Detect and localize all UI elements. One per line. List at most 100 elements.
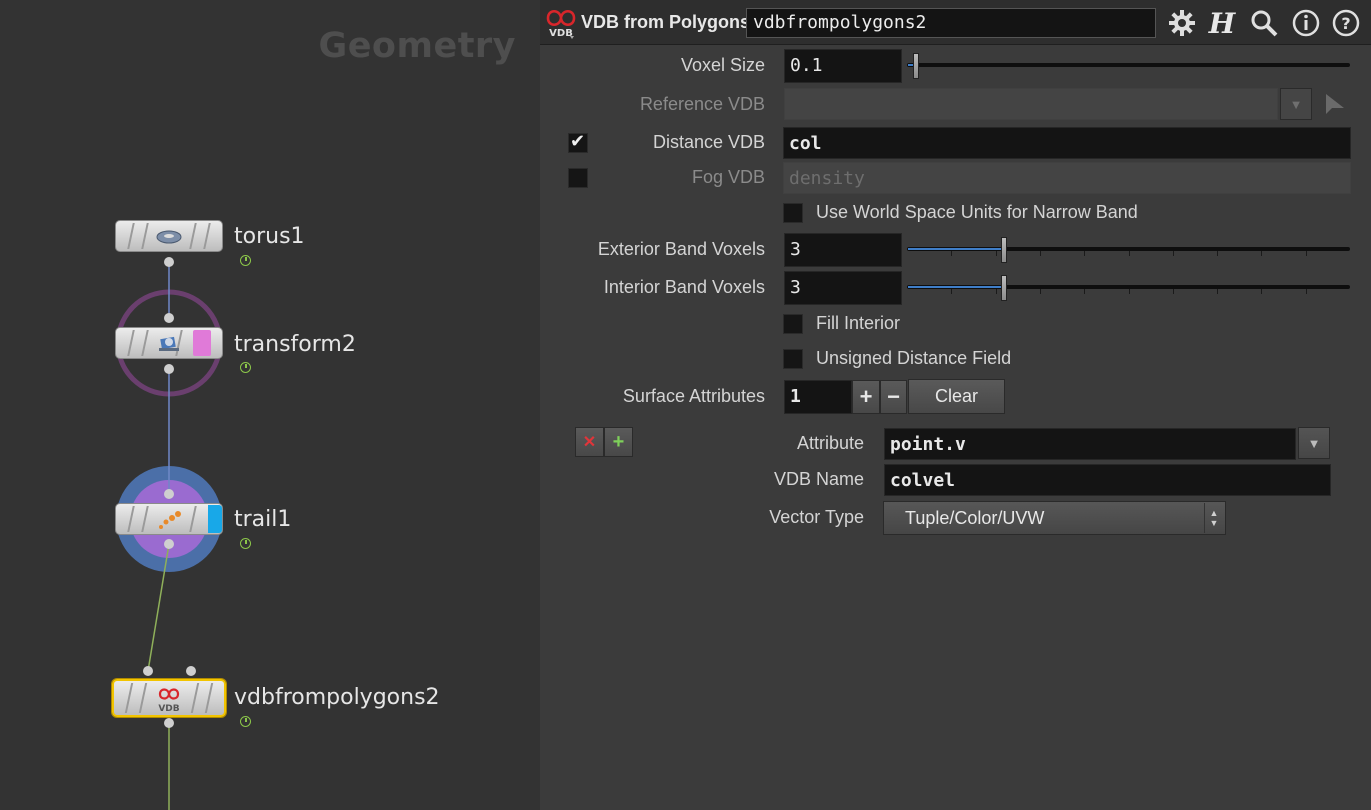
node-transform2[interactable] — [115, 327, 223, 359]
torus1-output-port[interactable] — [164, 257, 174, 267]
remove-instance-button[interactable]: ✕ — [575, 427, 604, 457]
world-space-units-label: Use World Space Units for Narrow Band — [816, 202, 1138, 222]
torus1-time-dependent-icon — [240, 255, 251, 266]
vector-type-value: Tuple/Color/UVW — [905, 507, 1045, 528]
vdb-name-label: VDB Name — [773, 469, 864, 489]
svg-text:VDB: VDB — [158, 704, 179, 714]
attribute-dropdown-arrow[interactable]: ▼ — [1298, 427, 1330, 459]
vdb-input-port-1[interactable] — [143, 666, 153, 676]
slider-tick — [1217, 289, 1218, 294]
add-attribute-button[interactable]: + — [852, 380, 880, 414]
reference-vdb-dropdown-arrow[interactable]: ▼ — [1280, 88, 1312, 120]
slider-tick — [951, 251, 952, 256]
interior-band-slider[interactable] — [907, 275, 1350, 301]
search-icon[interactable] — [1248, 8, 1280, 38]
slider-tick — [1040, 289, 1041, 294]
node-vdbfrompolygons2[interactable]: VDB — [112, 679, 226, 717]
node-label-vdbfrompolygons2: vdbfrompolygons2 — [234, 685, 440, 710]
vector-type-menu[interactable]: Tuple/Color/UVW ▲ ▼ — [883, 501, 1226, 535]
trail1-time-dependent-icon — [240, 538, 251, 549]
voxel-size-slider-handle[interactable] — [913, 53, 919, 79]
exterior-band-slider-handle[interactable] — [1001, 237, 1007, 263]
slider-tick — [1261, 289, 1262, 294]
slider-tick — [1129, 289, 1130, 294]
unsigned-distance-field-checkbox[interactable] — [783, 349, 803, 369]
node-name-field[interactable]: vdbfrompolygons2 — [746, 8, 1156, 38]
slider-tick — [1173, 251, 1174, 256]
houdini-help-icon[interactable]: H — [1206, 7, 1238, 40]
voxel-size-label: Voxel Size — [680, 55, 765, 75]
node-type-label: VDB from Polygons — [581, 12, 751, 32]
network-editor[interactable]: Geometry torus1 transform2 trail1 VDB vd… — [0, 0, 540, 810]
world-space-units-checkbox[interactable] — [783, 203, 803, 223]
slider-tick — [1306, 289, 1307, 294]
slider-tick — [1261, 251, 1262, 256]
display-flag[interactable] — [208, 505, 222, 533]
voxel-size-slider[interactable] — [907, 53, 1350, 79]
voxel-size-field[interactable]: 0.1 — [784, 49, 902, 83]
fog-vdb-field[interactable]: density — [783, 162, 1351, 194]
exterior-band-label: Exterior Band Voxels — [597, 239, 765, 259]
parameter-pane: VDB VDB from Polygons vdbfrompolygons2 H… — [540, 0, 1371, 810]
fill-interior-checkbox[interactable] — [783, 314, 803, 334]
transform2-time-dependent-icon — [240, 362, 251, 373]
node-label-torus1: torus1 — [234, 224, 305, 249]
vdb-node-icon: VDB — [154, 684, 184, 714]
vector-type-label: Vector Type — [769, 507, 864, 527]
interior-band-field[interactable]: 3 — [784, 271, 902, 305]
clear-button[interactable]: Clear — [908, 379, 1005, 414]
node-label-trail1: trail1 — [234, 507, 292, 532]
svg-text:?: ? — [1341, 14, 1350, 33]
slider-tick — [1040, 251, 1041, 256]
fill-interior-label: Fill Interior — [816, 313, 901, 333]
interior-band-slider-handle[interactable] — [1001, 275, 1007, 301]
insert-instance-button[interactable]: + — [604, 427, 633, 457]
vdb-output-port[interactable] — [164, 718, 174, 728]
remove-attribute-button[interactable]: − — [880, 380, 907, 414]
updown-arrows-icon: ▲ ▼ — [1204, 503, 1223, 533]
gear-icon[interactable] — [1166, 8, 1198, 38]
vdb-name-field[interactable]: colvel — [884, 464, 1331, 496]
reference-vdb-field[interactable] — [784, 88, 1278, 120]
vdb-time-dependent-icon — [240, 716, 251, 727]
slider-tick — [996, 289, 997, 294]
node-torus1[interactable] — [115, 220, 223, 252]
exterior-band-slider[interactable] — [907, 237, 1350, 263]
node-trail1[interactable] — [115, 503, 223, 535]
distance-vdb-field[interactable]: col — [783, 127, 1351, 159]
slider-tick — [1173, 289, 1174, 294]
svg-text:VDB: VDB — [549, 28, 573, 39]
exterior-band-field[interactable]: 3 — [784, 233, 902, 267]
transform2-input-port[interactable] — [164, 313, 174, 323]
fog-vdb-label: Fog VDB — [691, 167, 765, 187]
trail-icon — [154, 509, 184, 531]
vdb-type-icon[interactable]: VDB — [546, 6, 576, 40]
interior-band-label: Interior Band Voxels — [603, 277, 765, 297]
vdb-input-port-2[interactable] — [186, 666, 196, 676]
distance-vdb-label: Distance VDB — [652, 132, 765, 152]
slider-tick — [951, 289, 952, 294]
template-flag[interactable] — [193, 330, 211, 356]
transform-icon — [154, 333, 184, 355]
surface-attributes-count-field[interactable]: 1 — [784, 380, 852, 414]
attribute-label: Attribute — [796, 433, 864, 453]
attribute-field[interactable]: point.v — [884, 428, 1296, 460]
slider-tick — [1084, 289, 1085, 294]
info-icon[interactable] — [1290, 8, 1322, 38]
parameter-header: VDB VDB from Polygons vdbfrompolygons2 H… — [540, 0, 1371, 45]
help-icon[interactable]: ? — [1330, 8, 1362, 38]
trail1-input-port[interactable] — [164, 489, 174, 499]
surface-attributes-label: Surface Attributes — [622, 386, 765, 406]
slider-tick — [1217, 251, 1218, 256]
transform2-output-port[interactable] — [164, 364, 174, 374]
slider-tick — [996, 251, 997, 256]
slider-tick — [1084, 251, 1085, 256]
node-label-transform2: transform2 — [234, 332, 356, 357]
reference-vdb-label: Reference VDB — [639, 94, 765, 114]
unsigned-distance-field-label: Unsigned Distance Field — [816, 348, 1012, 368]
slider-tick — [1306, 251, 1307, 256]
node-picker-arrow-icon[interactable] — [1324, 92, 1346, 123]
trail1-output-port[interactable] — [164, 539, 174, 549]
torus-icon — [154, 226, 184, 248]
slider-tick — [1129, 251, 1130, 256]
